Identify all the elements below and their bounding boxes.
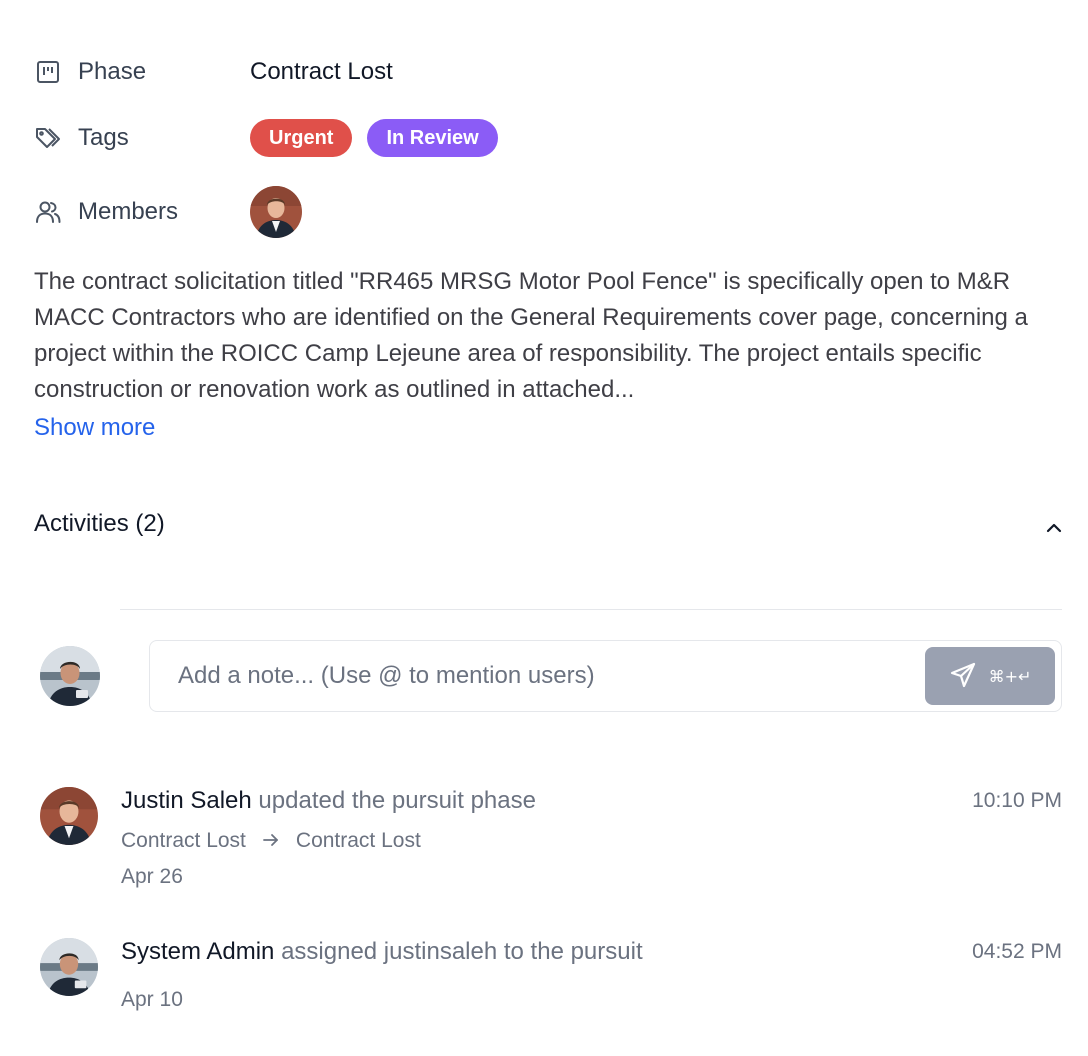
current-user-avatar xyxy=(40,646,100,706)
activity-summary: System Admin assigned justinsaleh to the… xyxy=(121,938,643,966)
activity-actor[interactable]: System Admin xyxy=(121,938,274,965)
activity-time: 10:10 PM xyxy=(972,789,1062,812)
activity-date: Apr 10 xyxy=(121,988,183,1011)
send-note-button[interactable]: ⌘+↵ xyxy=(925,647,1055,705)
members-label: Members xyxy=(78,198,179,225)
members-row: Members xyxy=(34,186,302,238)
phase-change: Contract Lost Contract Lost xyxy=(121,829,421,853)
arrow-right-icon xyxy=(262,829,280,853)
phase-from: Contract Lost xyxy=(121,829,246,852)
activity-action: updated the pursuit phase xyxy=(258,787,536,814)
tag-urgent[interactable]: Urgent xyxy=(250,119,353,157)
activities-title: Activities (2) xyxy=(34,510,165,537)
actor-avatar xyxy=(40,787,98,845)
chevron-up-icon[interactable] xyxy=(1040,514,1068,542)
tags-label: Tags xyxy=(78,124,129,151)
activity-time: 04:52 PM xyxy=(972,940,1062,963)
note-composer: ⌘+↵ xyxy=(149,640,1062,712)
activity-summary: Justin Saleh updated the pursuit phase xyxy=(121,787,536,815)
divider xyxy=(120,609,1062,610)
activity-actor[interactable]: Justin Saleh xyxy=(121,787,252,814)
activity-item: System Admin assigned justinsaleh to the… xyxy=(40,938,1062,1018)
tag-in-review[interactable]: In Review xyxy=(367,119,498,157)
tag-icon xyxy=(34,124,62,152)
show-more-link[interactable]: Show more xyxy=(34,414,155,442)
activity-item: Justin Saleh updated the pursuit phase 1… xyxy=(40,787,1062,897)
note-input[interactable] xyxy=(178,641,918,711)
users-icon xyxy=(34,198,62,226)
kanban-icon xyxy=(34,58,62,86)
phase-to: Contract Lost xyxy=(295,829,421,852)
send-shortcut-hint: ⌘+↵ xyxy=(988,666,1032,686)
activity-action: assigned justinsaleh to the pursuit xyxy=(281,938,643,965)
actor-avatar xyxy=(40,938,98,996)
phase-label: Phase xyxy=(78,58,147,85)
pursuit-detail-panel: Phase Contract Lost Tags Urgent In Revie… xyxy=(0,0,1088,1056)
tags-row: Tags Urgent In Review xyxy=(34,119,513,157)
member-avatar[interactable] xyxy=(250,186,302,238)
send-icon xyxy=(949,661,977,692)
phase-value[interactable]: Contract Lost xyxy=(250,58,393,86)
activity-date: Apr 26 xyxy=(121,865,183,888)
phase-row: Phase Contract Lost xyxy=(34,58,393,86)
pursuit-description: The contract solicitation titled "RR465 … xyxy=(34,268,1028,403)
